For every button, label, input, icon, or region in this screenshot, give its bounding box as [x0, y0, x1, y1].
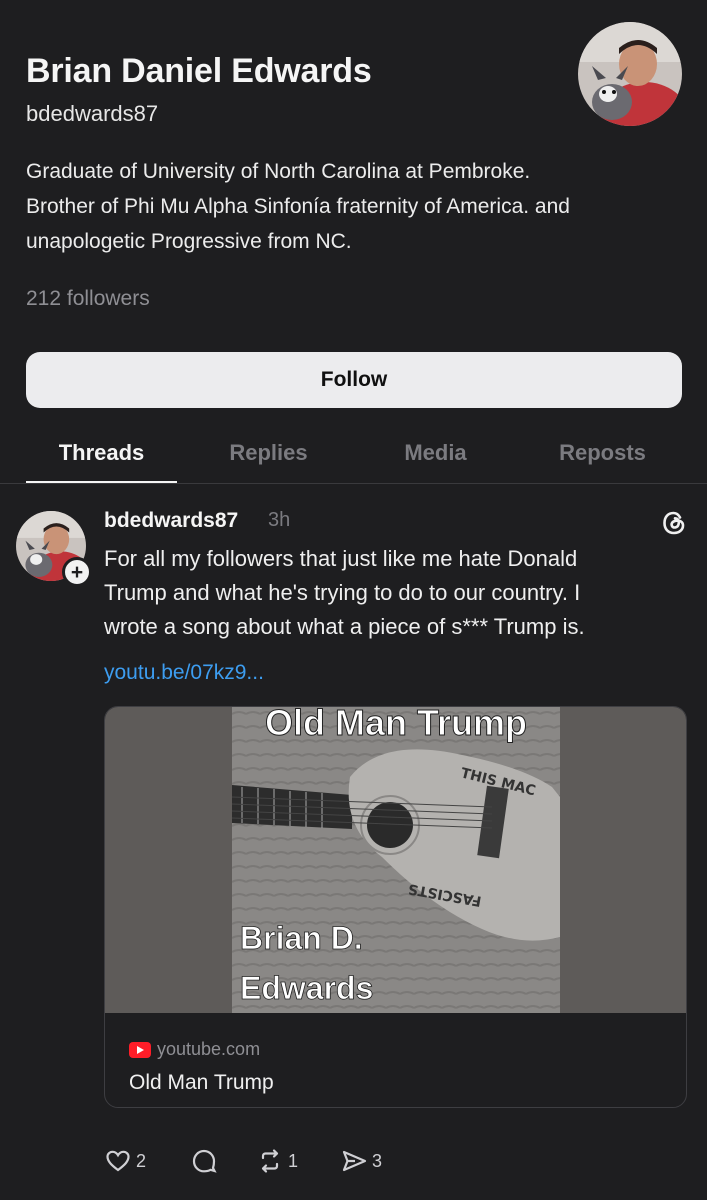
tab-media[interactable]: Media	[360, 440, 511, 466]
bio-line: unapologetic Progressive from NC.	[26, 230, 352, 253]
post-author-handle[interactable]: bdedwards87	[104, 509, 238, 533]
send-icon	[342, 1150, 367, 1172]
card-source: youtube.com	[129, 1039, 260, 1060]
comment-icon	[192, 1149, 217, 1173]
video-thumbnail: THIS MAC FASCISTS Old Man Trump Brian D.…	[105, 707, 686, 1013]
card-title: Old Man Trump	[129, 1071, 274, 1094]
profile-avatar[interactable]	[578, 22, 682, 126]
profile-tabs: Threads Replies Media Reposts	[0, 432, 707, 484]
repost-count: 1	[288, 1150, 299, 1171]
repost-button[interactable]: 1	[256, 1147, 298, 1175]
tab-threads[interactable]: Threads	[26, 440, 177, 466]
bio-line: Brother of Phi Mu Alpha Sinfonía fratern…	[26, 195, 570, 218]
threads-logo-icon[interactable]	[660, 509, 688, 537]
profile-handle: bdedwards87	[26, 101, 159, 126]
link-preview-card[interactable]: THIS MAC FASCISTS Old Man Trump Brian D.…	[104, 706, 687, 1108]
profile-name: Brian Daniel Edwards	[26, 52, 372, 90]
post-body: For all my followers that just like me h…	[104, 542, 694, 644]
share-count: 3	[372, 1150, 383, 1171]
post-text-line: For all my followers that just like me h…	[104, 546, 578, 571]
profile-bio: Graduate of University of North Carolina…	[26, 154, 686, 259]
thumbnail-title-text: Old Man Trump	[265, 707, 527, 743]
repost-icon	[261, 1149, 279, 1173]
post-link[interactable]: youtu.be/07kz9...	[104, 661, 264, 685]
like-count: 2	[136, 1150, 147, 1171]
tab-reposts[interactable]: Reposts	[527, 440, 678, 466]
heart-icon	[106, 1150, 130, 1172]
post-text-line: wrote a song about what a piece of s*** …	[104, 614, 585, 639]
follow-plus-icon[interactable]: +	[62, 557, 92, 587]
bio-line: Graduate of University of North Carolina…	[26, 160, 531, 183]
thumbnail-artist-text: Edwards	[240, 970, 373, 1006]
card-site-label: youtube.com	[157, 1039, 261, 1059]
follow-button[interactable]: Follow	[26, 352, 682, 408]
post-timestamp: 3h	[268, 509, 291, 531]
tab-replies[interactable]: Replies	[193, 440, 344, 466]
youtube-icon	[129, 1041, 151, 1058]
post-text-line: Trump and what he's trying to do to our …	[104, 580, 581, 605]
reply-button[interactable]	[190, 1147, 218, 1175]
like-button[interactable]: 2	[104, 1147, 146, 1175]
active-tab-indicator	[26, 481, 177, 483]
followers-count[interactable]: 212 followers	[26, 287, 150, 311]
thumbnail-artist-text: Brian D.	[240, 920, 363, 956]
share-button[interactable]: 3	[340, 1147, 382, 1175]
